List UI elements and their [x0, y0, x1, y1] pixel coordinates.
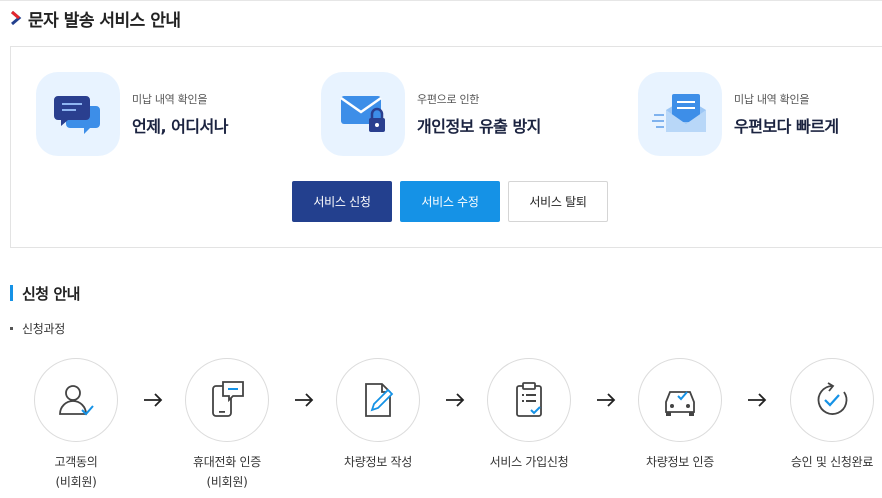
section-title-bar — [10, 285, 13, 301]
step-consent: 고객동의 (비회원) — [34, 358, 120, 489]
feature-icon-wrap — [321, 72, 405, 156]
step-vehicle-write: 차량정보 작성 — [336, 358, 422, 469]
page-title-text: 문자 발송 서비스 안내 — [28, 10, 181, 31]
step-label: 승인 및 신청완료 — [760, 452, 882, 472]
step-label-line1: 서비스 가입신청 — [489, 455, 569, 469]
feature-title: 언제, 어디서나 — [132, 117, 228, 136]
service-edit-button[interactable]: 서비스 수정 — [400, 181, 500, 222]
feature-icon-wrap — [638, 72, 722, 156]
feature-title: 우편보다 빠르게 — [734, 117, 839, 136]
step-circle — [185, 358, 269, 442]
feature-texts: 미납 내역 확인을 우편보다 빠르게 — [734, 91, 839, 137]
chevron-right-icon — [11, 10, 22, 26]
arrow-right-icon — [748, 393, 767, 407]
clipboard-check-icon — [516, 382, 542, 417]
feature-subtitle: 우편으로 인한 — [417, 93, 480, 106]
arrow-right-icon — [144, 393, 163, 407]
step-label-line1: 고객동의 — [54, 455, 98, 469]
step-phone-auth: 휴대전화 인증 (비회원) — [185, 358, 271, 489]
document-edit-icon — [365, 383, 394, 417]
step-label-line2: (비회원) — [55, 475, 97, 489]
step-label-line1: 휴대전화 인증 — [193, 455, 261, 469]
chat-bubbles-icon — [54, 96, 100, 134]
step-complete: 승인 및 신청완료 — [790, 358, 876, 469]
page-title: 문자 발송 서비스 안내 — [8, 6, 181, 31]
step-label: 고객동의 (비회원) — [4, 452, 148, 492]
arrow-right-icon — [597, 393, 616, 407]
feature-subtitle: 미납 내역 확인을 — [132, 93, 208, 106]
step-label: 차량정보 작성 — [306, 452, 450, 472]
service-cancel-button[interactable]: 서비스 탈퇴 — [508, 181, 608, 222]
section-title-text: 신청 안내 — [22, 284, 80, 303]
step-label-line1: 승인 및 신청완료 — [790, 455, 874, 469]
feature-anytime: 미납 내역 확인을 언제, 어디서나 — [36, 72, 228, 156]
user-check-icon — [59, 385, 94, 416]
feature-icon-wrap — [36, 72, 120, 156]
step-circle — [336, 358, 420, 442]
arrow-right-icon — [446, 393, 465, 407]
step-vehicle-auth: 차량정보 인증 — [638, 358, 724, 469]
feature-fast: 미납 내역 확인을 우편보다 빠르게 — [638, 72, 839, 156]
phone-message-icon — [212, 381, 244, 417]
step-label: 휴대전화 인증 (비회원) — [155, 452, 299, 492]
process-label-text: 신청과정 — [22, 322, 65, 336]
circle-check-icon — [817, 382, 848, 415]
process-label: 신청과정 — [10, 320, 65, 337]
step-circle — [487, 358, 571, 442]
fast-mail-icon — [652, 94, 706, 132]
arrow-right-icon — [295, 393, 314, 407]
section-title: 신청 안내 — [10, 283, 80, 303]
service-apply-button[interactable]: 서비스 신청 — [292, 181, 392, 222]
bullet-dot — [10, 327, 13, 330]
step-label: 서비스 가입신청 — [457, 452, 601, 472]
step-label-line2: (비회원) — [206, 475, 248, 489]
feature-subtitle: 미납 내역 확인을 — [734, 93, 810, 106]
feature-privacy: 우편으로 인한 개인정보 유출 방지 — [321, 72, 541, 156]
feature-texts: 미납 내역 확인을 언제, 어디서나 — [132, 91, 228, 137]
step-circle — [790, 358, 874, 442]
step-circle — [638, 358, 722, 442]
step-service-join: 서비스 가입신청 — [487, 358, 573, 469]
step-label: 차량정보 인증 — [608, 452, 752, 472]
step-circle — [34, 358, 118, 442]
step-label-line1: 차량정보 작성 — [344, 455, 412, 469]
car-check-icon — [665, 391, 695, 416]
service-info-box: 미납 내역 확인을 언제, 어디서나 우편으로 인한 개인정보 유출 방지 미납… — [10, 46, 882, 248]
feature-texts: 우편으로 인한 개인정보 유출 방지 — [417, 91, 541, 137]
step-label-line1: 차량정보 인증 — [646, 455, 714, 469]
feature-title: 개인정보 유출 방지 — [417, 117, 541, 136]
top-divider — [0, 0, 882, 1]
mail-lock-icon — [340, 96, 385, 132]
